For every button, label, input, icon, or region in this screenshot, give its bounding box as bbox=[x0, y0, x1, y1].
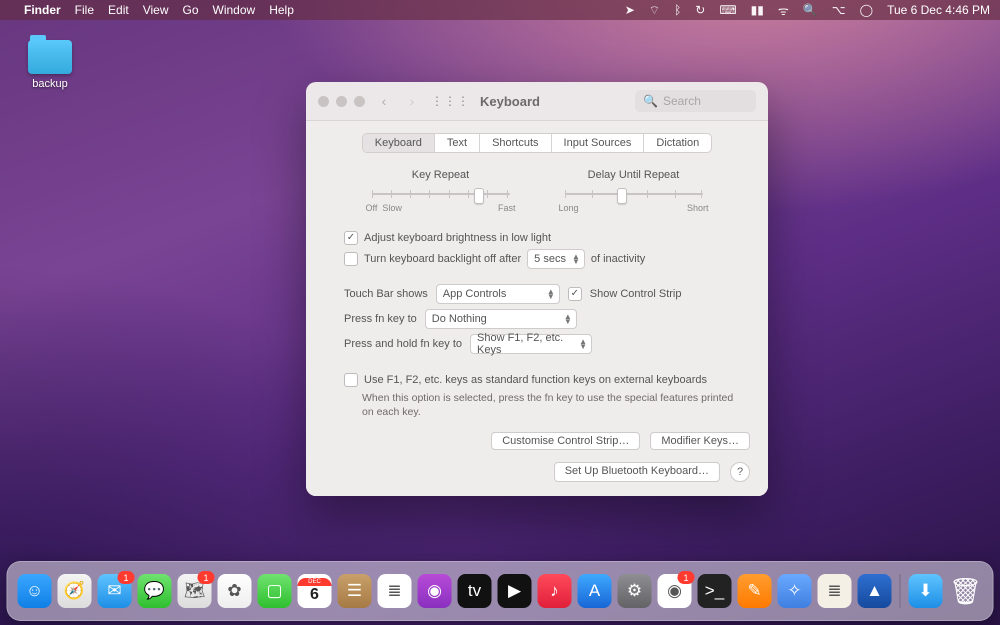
badge: 1 bbox=[678, 571, 695, 584]
badge: 1 bbox=[118, 571, 135, 584]
back-button[interactable]: ‹ bbox=[375, 93, 393, 109]
dock-reminders[interactable]: ≣ bbox=[378, 574, 412, 608]
menu-view[interactable]: View bbox=[143, 3, 169, 17]
show-all-button[interactable]: ⋮⋮⋮ bbox=[431, 94, 470, 108]
folder-label: backup bbox=[20, 78, 80, 90]
dock-contacts[interactable]: ☰ bbox=[338, 574, 372, 608]
search-field[interactable]: 🔍 Search bbox=[635, 90, 756, 112]
tab-keyboard[interactable]: Keyboard bbox=[363, 134, 435, 152]
modifier-keys-button[interactable]: Modifier Keys… bbox=[650, 432, 750, 450]
backlight-off-checkbox[interactable] bbox=[344, 252, 358, 266]
app-menu[interactable]: Finder bbox=[24, 3, 61, 17]
help-button[interactable]: ? bbox=[730, 462, 750, 482]
dock-trash[interactable]: 🗑 bbox=[949, 574, 983, 608]
key-repeat-knob[interactable] bbox=[474, 188, 484, 204]
dock-messages[interactable]: 💬 bbox=[138, 574, 172, 608]
std-function-keys-checkbox[interactable] bbox=[344, 373, 358, 387]
delay-repeat-slider[interactable]: Delay Until Repeat Long Short bbox=[559, 169, 709, 213]
airdrop-icon[interactable]: ⌔ bbox=[649, 3, 660, 18]
siri-icon[interactable]: ◯ bbox=[860, 3, 873, 17]
wifi-icon[interactable]: ᯤ bbox=[778, 2, 789, 19]
dock-calendar[interactable]: DEC6 bbox=[298, 574, 332, 608]
tab-text[interactable]: Text bbox=[435, 134, 480, 152]
dock-music[interactable]: ♪ bbox=[538, 574, 572, 608]
tab-shortcuts[interactable]: Shortcuts bbox=[480, 134, 551, 152]
dock-separator bbox=[900, 574, 901, 608]
show-control-strip-checkbox[interactable]: ✓ bbox=[568, 287, 582, 301]
battery-icon[interactable]: ▮▮ bbox=[751, 3, 764, 17]
backlight-off-select[interactable]: 5 secs▲▼ bbox=[527, 249, 585, 269]
delay-repeat-knob[interactable] bbox=[617, 188, 627, 204]
show-control-strip-label: Show Control Strip bbox=[590, 288, 682, 300]
location-icon[interactable]: ➤ bbox=[625, 3, 635, 17]
dock: ☺🧭✉1💬🗺1✿▢DEC6☰≣◉tv▶♪A⚙◉1>_✎✧≣▲⬇🗑 bbox=[7, 561, 994, 621]
window-title: Keyboard bbox=[480, 94, 540, 109]
dock-tv[interactable]: tv bbox=[458, 574, 492, 608]
timemachine-icon[interactable]: ↻ bbox=[695, 3, 705, 17]
bluetooth-icon[interactable]: ᛒ bbox=[674, 3, 681, 17]
setup-bluetooth-keyboard-button[interactable]: Set Up Bluetooth Keyboard… bbox=[554, 462, 720, 482]
dock-tools[interactable]: ✧ bbox=[778, 574, 812, 608]
menu-file[interactable]: File bbox=[75, 3, 94, 17]
window-body: Keyboard Text Shortcuts Input Sources Di… bbox=[306, 120, 768, 496]
desktop-folder-backup[interactable]: backup bbox=[20, 40, 80, 90]
dock-app-store[interactable]: A bbox=[578, 574, 612, 608]
tab-input-sources[interactable]: Input Sources bbox=[552, 134, 645, 152]
menu-edit[interactable]: Edit bbox=[108, 3, 129, 17]
forward-button[interactable]: › bbox=[403, 93, 421, 109]
spotlight-icon[interactable]: 🔍 bbox=[803, 3, 818, 17]
key-repeat-label: Key Repeat bbox=[366, 169, 516, 181]
zoom-button[interactable] bbox=[354, 96, 365, 107]
fnhold-label: Press and hold fn key to bbox=[344, 338, 462, 350]
menubar-clock[interactable]: Tue 6 Dec 4:46 PM bbox=[887, 3, 990, 17]
fn-label: Press fn key to bbox=[344, 313, 417, 325]
fn-select[interactable]: Do Nothing▲▼ bbox=[425, 309, 577, 329]
menubar: Finder File Edit View Go Window Help ➤ ⌔… bbox=[0, 0, 1000, 20]
system-prefs-window: ‹ › ⋮⋮⋮ Keyboard 🔍 Search Keyboard Text … bbox=[306, 82, 768, 496]
dock-pages[interactable]: ✎ bbox=[738, 574, 772, 608]
input-source-icon[interactable]: ⌨ bbox=[719, 3, 736, 17]
delay-repeat-label: Delay Until Repeat bbox=[559, 169, 709, 181]
menu-go[interactable]: Go bbox=[183, 3, 199, 17]
search-placeholder: Search bbox=[663, 94, 701, 108]
adjust-brightness-checkbox[interactable]: ✓ bbox=[344, 231, 358, 245]
window-titlebar: ‹ › ⋮⋮⋮ Keyboard 🔍 Search bbox=[306, 82, 768, 120]
dock-facetime[interactable]: ▢ bbox=[258, 574, 292, 608]
std-function-keys-label: Use F1, F2, etc. keys as standard functi… bbox=[364, 374, 707, 386]
touchbar-select[interactable]: App Controls▲▼ bbox=[436, 284, 560, 304]
badge: 1 bbox=[198, 571, 215, 584]
folder-icon bbox=[28, 40, 72, 74]
touchbar-label: Touch Bar shows bbox=[344, 288, 428, 300]
dock-system-prefs[interactable]: ⚙ bbox=[618, 574, 652, 608]
std-function-keys-hint: When this option is selected, press the … bbox=[362, 391, 742, 419]
menu-help[interactable]: Help bbox=[269, 3, 294, 17]
menu-window[interactable]: Window bbox=[213, 3, 256, 17]
dock-safari[interactable]: 🧭 bbox=[58, 574, 92, 608]
fnhold-select[interactable]: Show F1, F2, etc. Keys▲▼ bbox=[470, 334, 592, 354]
minimize-button[interactable] bbox=[336, 96, 347, 107]
adjust-brightness-label: Adjust keyboard brightness in low light bbox=[364, 232, 551, 244]
close-button[interactable] bbox=[318, 96, 329, 107]
dock-photos[interactable]: ✿ bbox=[218, 574, 252, 608]
control-center-icon[interactable]: ⌥ bbox=[832, 3, 846, 17]
backlight-off-label: Turn keyboard backlight off after bbox=[364, 253, 521, 265]
traffic-lights bbox=[318, 96, 365, 107]
dock-apple-tv[interactable]: ▶ bbox=[498, 574, 532, 608]
dock-podcasts[interactable]: ◉ bbox=[418, 574, 452, 608]
dock-downloads[interactable]: ⬇ bbox=[909, 574, 943, 608]
dock-finder[interactable]: ☺ bbox=[18, 574, 52, 608]
dock-mail[interactable]: ✉1 bbox=[98, 574, 132, 608]
key-repeat-slider[interactable]: Key Repeat Off Slow Fast bbox=[366, 169, 516, 213]
tab-dictation[interactable]: Dictation bbox=[644, 134, 711, 152]
customise-control-strip-button[interactable]: Customise Control Strip… bbox=[491, 432, 640, 450]
dock-textedit[interactable]: ≣ bbox=[818, 574, 852, 608]
search-icon: 🔍 bbox=[643, 94, 658, 108]
dock-maps[interactable]: 🗺1 bbox=[178, 574, 212, 608]
dock-terminal[interactable]: >_ bbox=[698, 574, 732, 608]
prefs-tabs: Keyboard Text Shortcuts Input Sources Di… bbox=[362, 133, 712, 153]
dock-nordvpn[interactable]: ▲ bbox=[858, 574, 892, 608]
dock-chrome[interactable]: ◉1 bbox=[658, 574, 692, 608]
backlight-off-suffix: of inactivity bbox=[591, 253, 645, 265]
